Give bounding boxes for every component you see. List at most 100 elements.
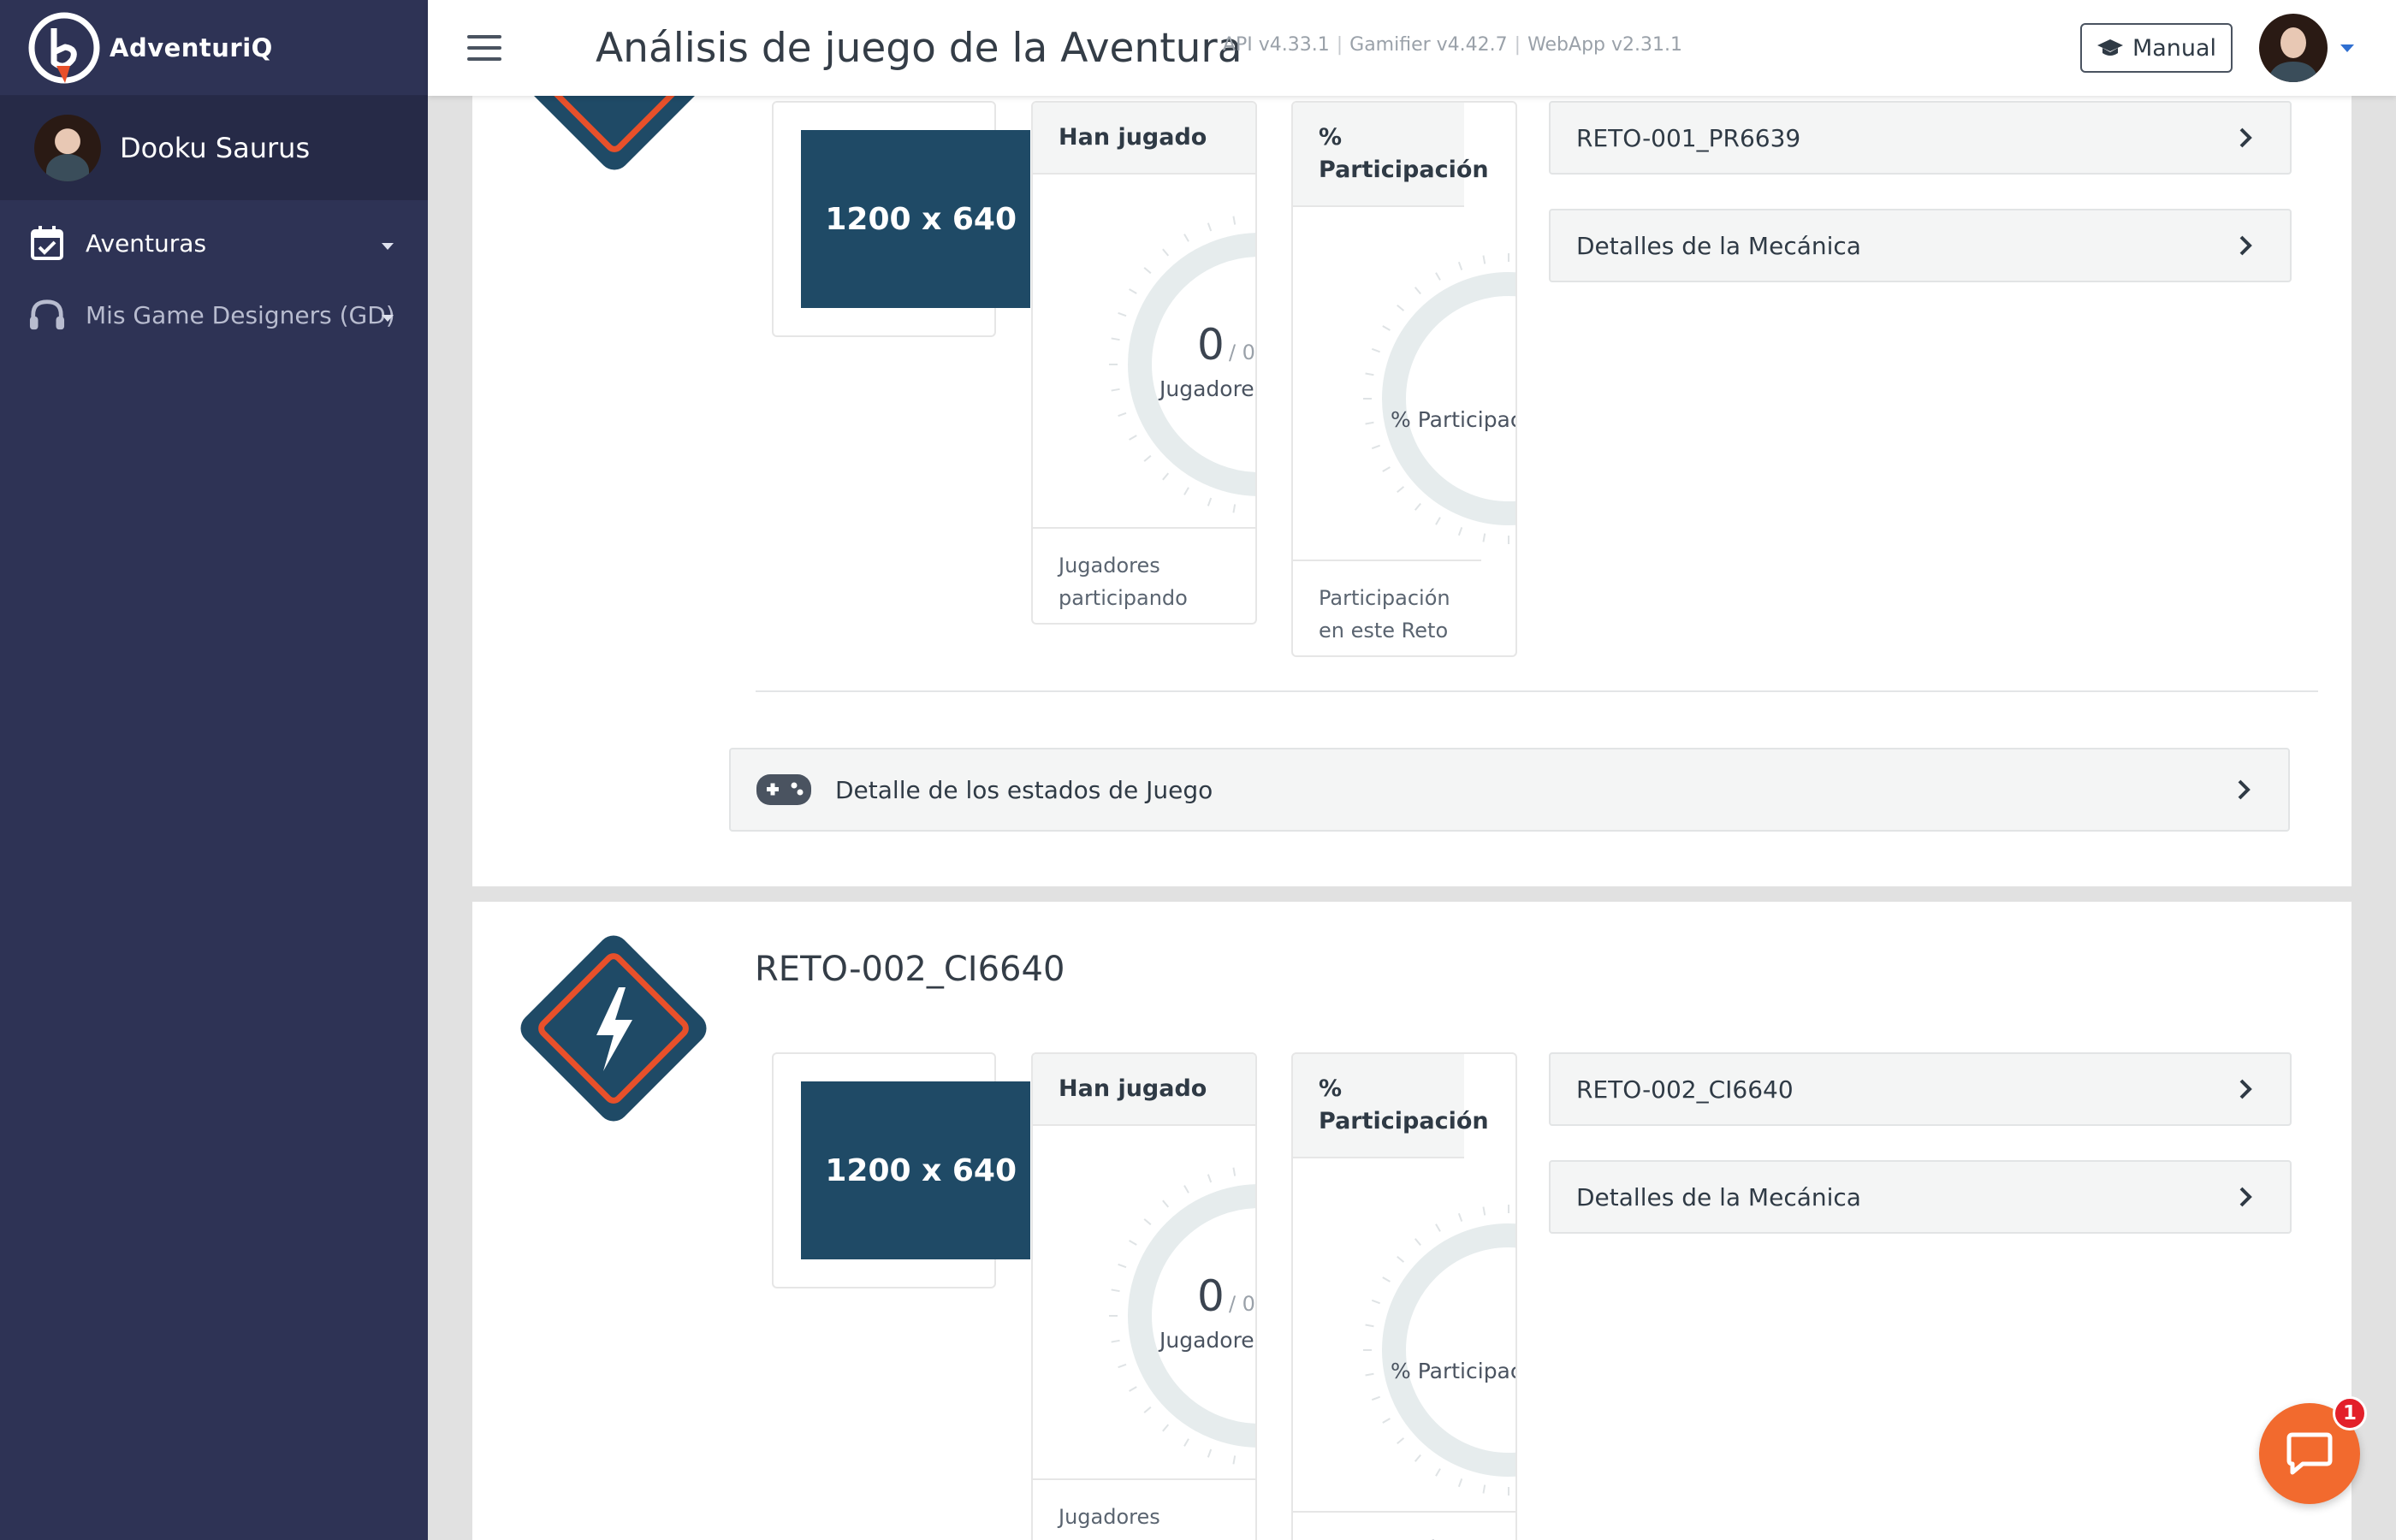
gauge-tick	[1371, 1395, 1380, 1401]
gauge-tick	[1143, 267, 1152, 275]
stat-header: Han jugado	[1033, 1054, 1255, 1126]
stat-footer: Participación en	[1293, 1511, 1515, 1540]
gamepad-icon	[756, 774, 811, 805]
gauge-tick	[1482, 255, 1486, 264]
players-unit: Jugadores	[1159, 1328, 1257, 1353]
stat-header: % Participación	[1293, 103, 1489, 207]
stat-header: % Participación	[1293, 1054, 1489, 1158]
stat-footer: Jugadores participando	[1033, 1478, 1255, 1540]
gauge-tick	[1382, 1418, 1391, 1424]
sidebar-item-label: Aventuras	[86, 228, 207, 258]
avatar	[34, 115, 101, 181]
gauge-tick	[1414, 287, 1421, 295]
gauge-tick	[1397, 1437, 1405, 1445]
participation-gauge	[1363, 1205, 1515, 1496]
gauge-tick	[1111, 388, 1120, 392]
gauge-tick	[1162, 472, 1170, 481]
stat-footer: Jugadores participando	[1033, 527, 1255, 623]
chevron-right-icon	[2238, 779, 2251, 800]
gauge-tick	[1482, 1206, 1486, 1216]
gauge-tick	[1232, 1455, 1237, 1465]
api-version: API v4.33.1	[1222, 34, 1330, 56]
headphones-icon	[29, 297, 65, 333]
chevron-right-icon	[2239, 1079, 2252, 1099]
gauge-tick	[1435, 1223, 1441, 1232]
menu-toggle-icon[interactable]	[467, 35, 501, 61]
gauge-tick	[1129, 1240, 1137, 1246]
gauge-tick	[1143, 1218, 1152, 1226]
chevron-down-icon	[382, 243, 394, 250]
gauge-tick	[1482, 533, 1486, 542]
game-states-row[interactable]: Detalle de los estados de Juego	[729, 748, 2290, 832]
gauge-tick	[1482, 1484, 1486, 1494]
gauge-tick	[1129, 1386, 1137, 1392]
page-title: Análisis de juego de la Aventura	[596, 24, 1242, 72]
players-count: 0 / 0	[1141, 1271, 1255, 1321]
gauge-tick	[1129, 435, 1137, 441]
gauge-tick	[1397, 1255, 1405, 1263]
reto-image: 1200 x 640	[772, 1052, 1030, 1288]
players-count: 0 / 0	[1141, 320, 1255, 370]
gauge-tick	[1365, 1324, 1374, 1328]
user-avatar-menu[interactable]	[2259, 14, 2328, 82]
gauge-tick	[1183, 487, 1189, 495]
chat-bubble-icon	[2286, 1432, 2333, 1475]
gauge-tick	[1207, 497, 1213, 506]
gauge-tick	[1183, 1185, 1189, 1194]
gauge-tick	[1457, 527, 1463, 536]
gauge-tick	[1143, 1406, 1152, 1413]
graduation-cap-icon	[2096, 39, 2123, 56]
gauge-tick	[1118, 1263, 1127, 1269]
stat-header: Han jugado	[1033, 103, 1255, 175]
manual-button[interactable]: Manual	[2080, 23, 2233, 73]
gauge-tick	[1365, 372, 1374, 376]
gauge-tick	[1111, 1339, 1120, 1343]
version-info: API v4.33.1 | Gamifier v4.42.7 | WebApp v2.3…	[1222, 34, 1682, 56]
notification-badge: 1	[2333, 1396, 2367, 1430]
webapp-version: WebApp v2.31.1	[1527, 34, 1682, 56]
reto-link-row[interactable]: RETO-001_PR6639	[1549, 101, 2292, 175]
gauge-tick	[1414, 502, 1421, 511]
gamifier-version: Gamifier v4.42.7	[1349, 34, 1508, 56]
gauge-tick	[1143, 454, 1152, 462]
gauge-tick	[1232, 1167, 1237, 1176]
brand[interactable]: AdventuriQ	[0, 0, 428, 96]
sidebar-user[interactable]: Dooku Saurus	[0, 96, 428, 200]
players-unit: Jugadores	[1159, 376, 1257, 401]
participation-stat: % Participación % Participación Particip…	[1291, 101, 1517, 657]
user-name: Dooku Saurus	[120, 132, 311, 164]
gauge-tick	[1371, 347, 1380, 353]
adventuriq-logo-icon	[28, 12, 100, 83]
gauge-tick	[1207, 1448, 1213, 1458]
gauge-tick	[1365, 421, 1374, 425]
gauge-tick	[1457, 1478, 1463, 1488]
chevron-down-icon[interactable]	[2340, 44, 2354, 52]
gauge-tick	[1414, 1454, 1421, 1462]
gauge-tick	[1365, 1372, 1374, 1377]
mechanic-details-row[interactable]: Detalles de la Mecánica	[1549, 1160, 2292, 1234]
sidebar: AdventuriQ Dooku Saurus Aventuras Mis Ga	[0, 0, 428, 1540]
players-total: / 0	[1228, 341, 1255, 364]
participation-label: % Participación	[1391, 407, 1515, 432]
gauge-tick	[1207, 222, 1213, 232]
gauge-tick	[1162, 1424, 1170, 1432]
gauge-tick	[1457, 261, 1463, 270]
gauge-tick	[1162, 248, 1170, 257]
gauge-tick	[1371, 1299, 1380, 1305]
mechanic-details-row[interactable]: Detalles de la Mecánica	[1549, 209, 2292, 282]
gauge-tick	[1382, 466, 1391, 472]
gauge-tick	[1118, 412, 1127, 418]
sidebar-item-game-designers[interactable]: Mis Game Designers (GD)	[0, 279, 428, 351]
stat-footer: Participación en este Reto	[1293, 560, 1481, 655]
reto-link-row[interactable]: RETO-002_CI6640	[1549, 1052, 2292, 1126]
section-divider	[756, 690, 2318, 692]
image-placeholder: 1200 x 640	[801, 130, 1030, 308]
players-value: 0	[1197, 1271, 1225, 1321]
gauge-tick	[1118, 1363, 1127, 1369]
gauge-tick	[1162, 1199, 1170, 1208]
sidebar-item-aventuras[interactable]: Aventuras	[0, 207, 428, 279]
sidebar-item-label: Mis Game Designers (GD)	[86, 300, 395, 329]
participation-stat: % Participación % Participación Particip…	[1291, 1052, 1517, 1540]
gauge-tick	[1382, 1276, 1391, 1282]
chevron-right-icon	[2239, 1187, 2252, 1207]
